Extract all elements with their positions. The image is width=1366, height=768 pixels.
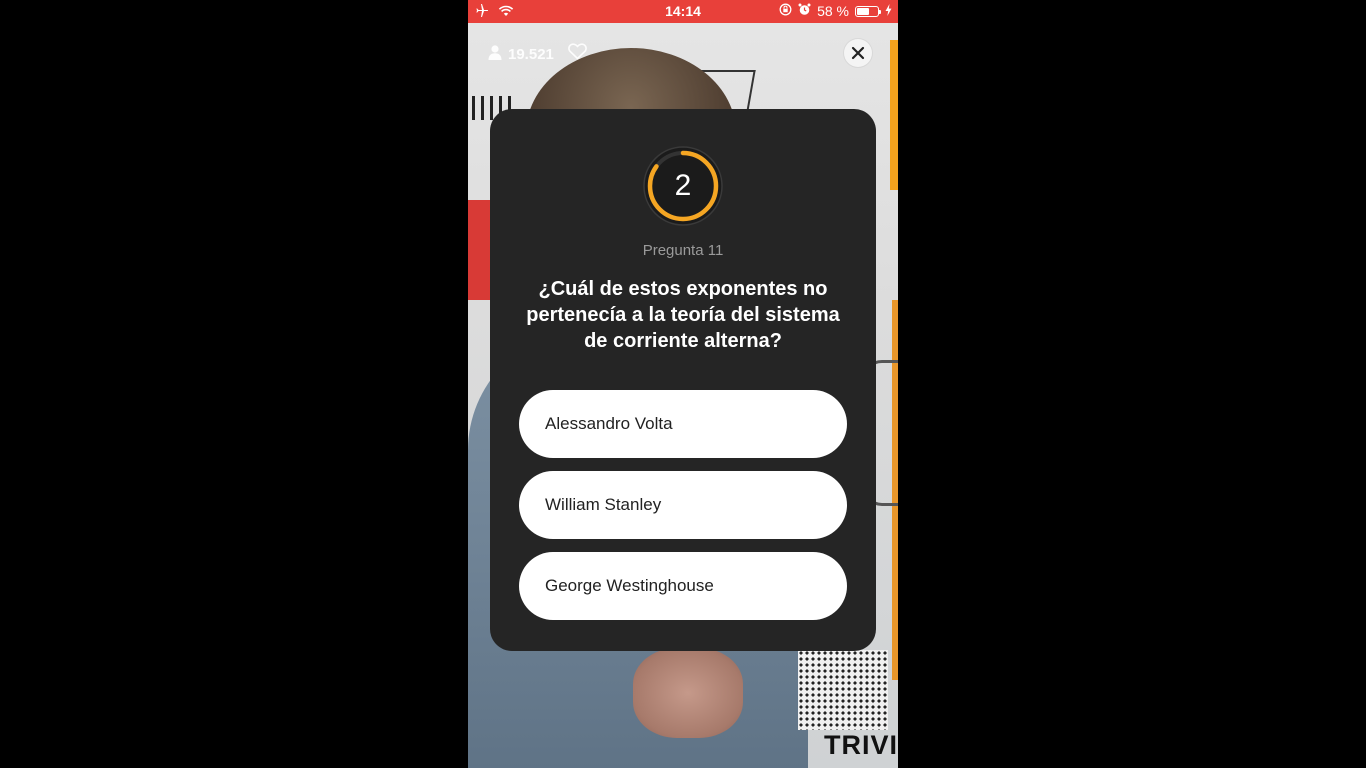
countdown-timer: 2 (642, 145, 724, 227)
close-icon (851, 46, 865, 60)
person-icon (488, 44, 502, 64)
status-bar: 14:14 58 % (468, 0, 898, 23)
charging-icon (885, 3, 892, 19)
viewer-counter: 19.521 (488, 43, 587, 65)
wall-dot-pattern (798, 650, 888, 730)
answer-option-3[interactable]: George Westinghouse (519, 552, 847, 620)
answer-option-2[interactable]: William Stanley (519, 471, 847, 539)
battery-icon (855, 5, 881, 17)
orientation-lock-icon (779, 3, 792, 19)
heart-icon[interactable] (568, 43, 587, 65)
viewer-count: 19.521 (508, 45, 554, 63)
battery-fill (857, 7, 869, 15)
phone-screen: TRIVIA 14:14 58 % (468, 0, 898, 768)
wall-red-graphic (468, 200, 490, 300)
answer-list: Alessandro Volta William Stanley George … (519, 390, 847, 633)
question-text: ¿Cuál de estos exponentes no pertenecía … (526, 278, 840, 352)
alarm-icon (798, 3, 811, 19)
timer-value: 2 (674, 169, 692, 202)
question-card: 2 Pregunta 11 ¿Cuál de estos exponentes … (490, 109, 876, 651)
wall-orange-stripe (890, 40, 898, 190)
answer-option-1[interactable]: Alessandro Volta (519, 390, 847, 458)
close-button[interactable] (844, 39, 872, 67)
host-hands (633, 648, 743, 738)
battery-percent: 58 % (817, 3, 849, 19)
brand-watermark: TRIVIA (824, 730, 898, 760)
question-number: Pregunta 11 (642, 242, 724, 259)
